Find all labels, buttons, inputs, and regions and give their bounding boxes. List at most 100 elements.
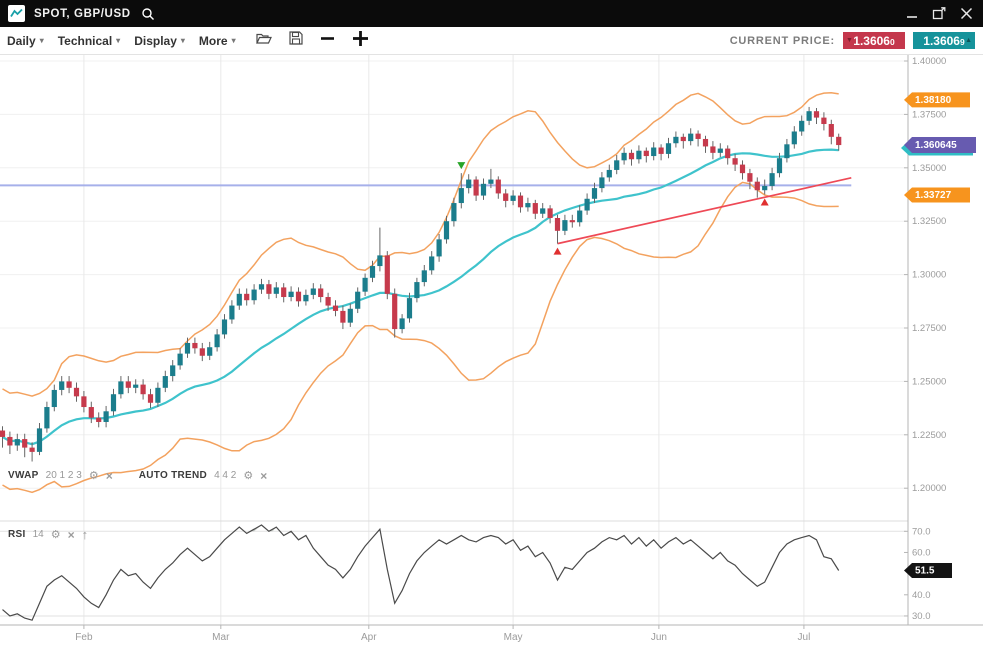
bid-price-value: 1.3606 [853, 34, 890, 48]
candle-body [496, 180, 501, 194]
candle-body [518, 196, 523, 208]
search-icon[interactable] [141, 7, 155, 21]
candle-body [370, 266, 375, 278]
rsi-expand-arrow-icon[interactable]: ↑ [82, 530, 89, 540]
candle-body [111, 394, 116, 411]
candle-body [89, 407, 94, 418]
rsi-indicator-params: 14 [33, 529, 44, 540]
trade-signals [457, 162, 768, 254]
candle-body [599, 177, 604, 188]
candle-body [289, 292, 294, 297]
candle-body [555, 218, 560, 231]
candle-body [74, 388, 79, 397]
svg-text:Jun: Jun [651, 632, 667, 643]
candle-body [118, 381, 123, 394]
candle-body [207, 347, 212, 356]
ask-price-badge: 1.36069 ▲ [913, 32, 975, 49]
vwap-remove-icon[interactable]: × [106, 471, 113, 481]
svg-text:1.22500: 1.22500 [912, 430, 946, 441]
candle-body [525, 203, 530, 207]
menu-technical[interactable]: Technical ▾ [58, 34, 120, 48]
candle-body [422, 270, 427, 282]
candle-body [37, 428, 42, 451]
candle-body [141, 385, 146, 395]
candle-body [799, 121, 804, 132]
time-axis[interactable]: FebMarAprMayJunJul [0, 625, 983, 643]
candle-body [355, 292, 360, 309]
candle-body [659, 148, 664, 154]
menu-display[interactable]: Display ▾ [134, 34, 185, 48]
autotrend-settings-gear-icon[interactable]: ⚙ [243, 471, 253, 481]
zoom-in-icon[interactable] [352, 30, 369, 52]
candle-body [511, 196, 516, 201]
rsi-settings-gear-icon[interactable]: ⚙ [51, 530, 61, 540]
svg-text:70.0: 70.0 [912, 526, 931, 537]
candle-body [311, 288, 316, 294]
candle-body [392, 294, 397, 329]
candle-body [326, 297, 331, 306]
vwap-settings-gear-icon[interactable]: ⚙ [89, 471, 99, 481]
ask-price-pip: 9 [960, 37, 965, 47]
buy-signal-icon [761, 199, 769, 206]
candle-body [155, 388, 160, 403]
candle-body [636, 151, 641, 160]
candle-body [59, 381, 64, 390]
svg-text:1.38180: 1.38180 [915, 95, 952, 106]
vwap-indicator-params: 20 1 2 3 [46, 470, 82, 481]
candle-body [274, 287, 279, 293]
candle-body [777, 158, 782, 173]
minimize-button[interactable] [906, 8, 918, 20]
chart-root: 1.400001.375001.350001.325001.300001.275… [0, 55, 983, 643]
candle-body [126, 381, 131, 387]
candle-body [762, 186, 767, 190]
candle-body [252, 290, 257, 301]
candle-body [474, 180, 479, 196]
candle-body [266, 284, 271, 294]
chevron-down-icon: ▾ [116, 36, 120, 45]
candle-body [222, 319, 227, 334]
candle-body [718, 149, 723, 153]
candle-body [481, 184, 486, 196]
chart-canvas[interactable]: 1.400001.375001.350001.325001.300001.275… [0, 55, 983, 643]
candle-body [363, 278, 368, 292]
candle-body [22, 439, 27, 448]
app-logo-icon [8, 5, 25, 22]
candle-body [303, 295, 308, 301]
chevron-down-icon: ▾ [181, 36, 185, 45]
close-button[interactable] [960, 7, 973, 20]
candle-body [740, 165, 745, 174]
candle-body [0, 431, 5, 437]
menu-timeframe[interactable]: Daily ▾ [7, 34, 44, 48]
candle-body [607, 170, 612, 177]
candle-body [688, 134, 693, 141]
candle-body [229, 306, 234, 320]
autotrend-remove-icon[interactable]: × [260, 471, 267, 481]
candle-body [385, 255, 390, 293]
popout-button[interactable] [932, 7, 946, 20]
candle-body [814, 111, 819, 117]
candle-body [770, 173, 775, 186]
candle-body [629, 153, 634, 159]
candle-body [400, 318, 405, 329]
candle-body [244, 294, 249, 300]
candle-body [67, 381, 72, 387]
svg-text:60.0: 60.0 [912, 547, 931, 558]
menu-more[interactable]: More ▾ [199, 34, 236, 48]
autotrend-indicator-name: AUTO TREND [139, 470, 207, 481]
save-icon[interactable] [289, 31, 303, 50]
candle-body [459, 188, 464, 203]
zoom-out-icon[interactable] [320, 31, 335, 51]
candle-body [577, 211, 582, 223]
candle-body [784, 144, 789, 158]
candle-body [178, 354, 183, 366]
candle-body [807, 111, 812, 121]
candle-body [533, 203, 538, 214]
candle-body [836, 137, 841, 145]
rsi-line [3, 525, 839, 620]
svg-text:Mar: Mar [212, 632, 230, 643]
candle-body [15, 439, 20, 445]
rsi-remove-icon[interactable]: × [68, 530, 75, 540]
candle-body [281, 287, 286, 297]
toolbar: Daily ▾ Technical ▾ Display ▾ More ▾ [0, 27, 983, 55]
open-folder-icon[interactable] [256, 32, 272, 50]
